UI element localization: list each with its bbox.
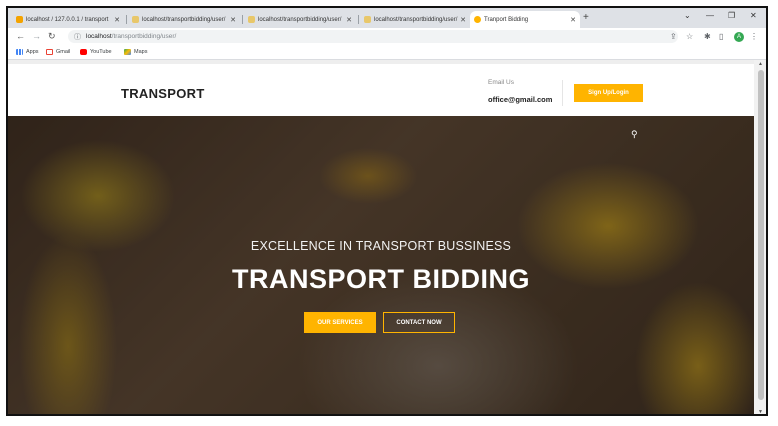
site-favicon-icon: [248, 16, 255, 23]
tab-title: localhost/transportbidding/user/: [374, 16, 458, 23]
tab-title: localhost/transportbidding/user/: [142, 16, 226, 23]
close-icon[interactable]: ✕: [460, 16, 466, 24]
youtube-icon: [80, 49, 87, 55]
header-divider: [562, 80, 563, 106]
url-path: /transportbidding/user/: [111, 33, 177, 40]
bookmarks-bar: Apps Gmail YouTube Maps: [8, 46, 766, 60]
forward-icon[interactable]: →: [32, 31, 41, 41]
site-favicon-icon: [132, 16, 139, 23]
address-bar[interactable]: ⓘ localhost/transportbidding/user/: [68, 30, 678, 43]
site-favicon-icon: [364, 16, 371, 23]
apps-grid-icon: [16, 49, 23, 55]
site-logo[interactable]: TRANSPORT: [121, 86, 205, 101]
our-services-button[interactable]: OUR SERVICES: [304, 312, 376, 333]
tab-user-3[interactable]: localhost/transportbidding/user/ ✕: [360, 11, 470, 28]
site-header: TRANSPORT Email Us office@gmail.com Sign…: [8, 60, 754, 116]
bookmark-label: Apps: [26, 49, 39, 55]
side-panel-icon[interactable]: ▯: [719, 32, 723, 41]
phpmyadmin-favicon-icon: [16, 16, 23, 23]
new-tab-icon[interactable]: +: [583, 12, 589, 23]
toolbar: ← → ↻ ⓘ localhost/transportbidding/user/…: [8, 28, 766, 46]
hero-banner: ⚲ EXCELLENCE IN TRANSPORT BUSSINESS TRAN…: [8, 116, 754, 414]
scroll-up-icon[interactable]: ▲: [758, 61, 763, 67]
url-host: localhost: [86, 33, 112, 40]
restore-icon[interactable]: ❐: [728, 11, 735, 20]
close-icon[interactable]: ✕: [114, 16, 120, 24]
maps-icon: [124, 49, 131, 55]
bookmark-apps[interactable]: Apps: [16, 49, 39, 55]
site-info-icon[interactable]: ⓘ: [74, 32, 81, 42]
tab-user-1[interactable]: localhost/transportbidding/user/ ✕: [128, 11, 240, 28]
window-close-icon[interactable]: ✕: [750, 11, 757, 20]
tab-search-chevron-icon[interactable]: ⌄: [684, 11, 691, 20]
reload-icon[interactable]: ↻: [48, 31, 56, 42]
close-icon[interactable]: ✕: [570, 16, 576, 24]
bookmark-label: Gmail: [56, 49, 71, 55]
site-favicon-icon: [474, 16, 481, 23]
back-icon[interactable]: ←: [16, 31, 25, 41]
email-address[interactable]: office@gmail.com: [488, 95, 552, 104]
hero-title: TRANSPORT BIDDING: [232, 264, 530, 294]
tab-user-2[interactable]: localhost/transportbidding/user/ ✕: [244, 11, 356, 28]
email-label: Email Us: [488, 79, 515, 86]
tab-title: Tranport Bidding: [484, 16, 529, 23]
tab-strip: localhost / 127.0.0.1 / transport ✕ loca…: [8, 8, 766, 28]
tab-title: localhost/transportbidding/user/: [258, 16, 342, 23]
search-icon[interactable]: ⚲: [631, 129, 638, 140]
page-scrollbar[interactable]: ▲ ▼: [754, 60, 766, 414]
hero-subtitle: EXCELLENCE IN TRANSPORT BUSSINESS: [250, 239, 512, 253]
web-page: TRANSPORT Email Us office@gmail.com Sign…: [8, 60, 754, 414]
menu-kebab-icon[interactable]: ⋮: [750, 32, 758, 41]
tab-title: localhost / 127.0.0.1 / transport: [26, 16, 109, 23]
extensions-icon[interactable]: ✱: [704, 32, 711, 41]
tab-phpmyadmin[interactable]: localhost / 127.0.0.1 / transport ✕: [12, 11, 124, 28]
bookmark-label: YouTube: [90, 49, 112, 55]
minimize-icon[interactable]: —: [706, 11, 714, 20]
tab-tranport-bidding[interactable]: Tranport Bidding ✕: [470, 11, 580, 28]
profile-avatar[interactable]: A: [734, 32, 744, 42]
scrollbar-thumb[interactable]: [758, 70, 764, 400]
browser-window: localhost / 127.0.0.1 / transport ✕ loca…: [6, 6, 768, 416]
hero-content: ⚲ EXCELLENCE IN TRANSPORT BUSSINESS TRAN…: [8, 116, 754, 414]
gmail-icon: [46, 49, 53, 55]
bookmark-youtube[interactable]: YouTube: [80, 49, 112, 55]
close-icon[interactable]: ✕: [230, 16, 236, 24]
close-icon[interactable]: ✕: [346, 16, 352, 24]
scroll-down-icon[interactable]: ▼: [758, 409, 763, 414]
contact-now-button[interactable]: CONTACT NOW: [383, 312, 455, 333]
bookmark-star-icon[interactable]: ☆: [686, 32, 693, 41]
bookmark-gmail[interactable]: Gmail: [46, 49, 70, 55]
bookmark-maps[interactable]: Maps: [124, 49, 147, 55]
bookmark-label: Maps: [134, 49, 148, 55]
share-icon[interactable]: ⇪: [670, 32, 677, 41]
signup-login-button[interactable]: Sign Up/Login: [574, 84, 643, 102]
